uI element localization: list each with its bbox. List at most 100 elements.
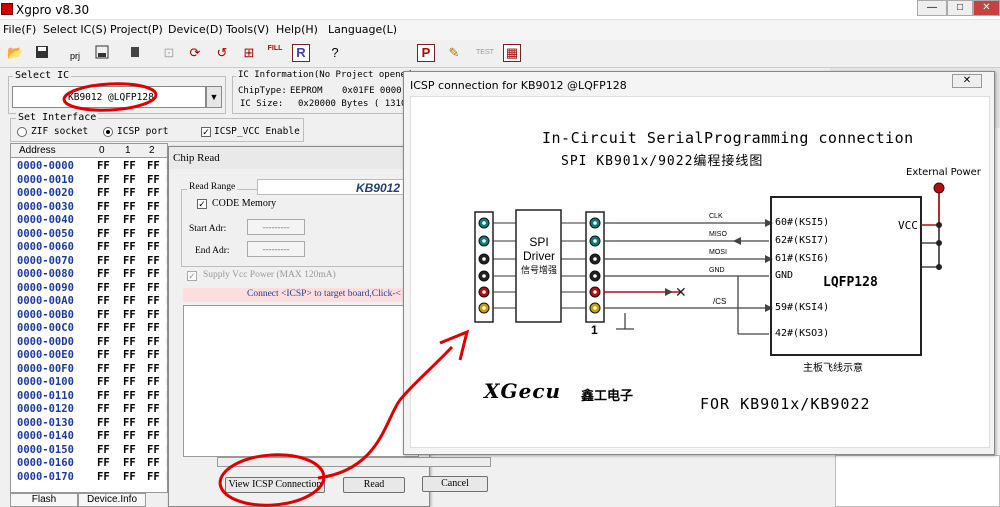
start-adr-input[interactable]: --------- [247,219,305,235]
hex-grid[interactable]: Address 0 1 2 0000-0000FFFFFFFF0000-0010… [10,143,168,493]
hex-cell[interactable]: FF [97,160,110,172]
table-row[interactable]: 0000-00E0FFFFFFFF [11,349,167,363]
hex-cell[interactable]: FF [97,403,110,415]
hex-cell[interactable]: FF [97,228,110,240]
project-icon[interactable]: prj [65,44,85,62]
supply-vcc-checkbox[interactable]: ✓ [187,271,197,281]
hex-cell[interactable]: FF [123,376,136,388]
hex-cell[interactable]: FF [97,390,110,402]
reload-icon[interactable]: R [292,44,310,62]
hex-cell[interactable]: FF [147,336,160,348]
hex-cell[interactable]: FF [147,417,160,429]
tab-flash[interactable]: Flash [10,493,78,507]
hex-cell[interactable]: FF [123,255,136,267]
verify-icon[interactable]: ⟳ [186,44,204,62]
hex-cell[interactable]: FF [97,295,110,307]
table-row[interactable]: 0000-0160FFFFFFFF [11,457,167,471]
hex-cell[interactable]: FF [97,241,110,253]
hex-cell[interactable]: FF [97,471,110,483]
chip-icon[interactable] [126,44,144,62]
hex-cell[interactable]: FF [123,214,136,226]
hex-cell[interactable]: FF [147,241,160,253]
icsp-close-button[interactable]: ✕ [952,74,982,88]
program-icon[interactable]: P [417,44,435,62]
table-row[interactable]: 0000-00A0FFFFFFFF [11,295,167,309]
hex-cell[interactable]: FF [97,444,110,456]
hex-cell[interactable]: FF [147,295,160,307]
hex-cell[interactable]: FF [97,268,110,280]
hex-cell[interactable]: FF [97,336,110,348]
hex-cell[interactable]: FF [123,390,136,402]
hex-cell[interactable]: FF [123,201,136,213]
edit-icon[interactable]: ✎ [445,44,463,62]
menu-device[interactable]: Device(D) [168,23,223,36]
hex-cell[interactable]: FF [123,309,136,321]
chevron-down-icon[interactable]: ▼ [206,86,222,108]
menu-language[interactable]: Language(L) [328,23,397,36]
hex-cell[interactable]: FF [147,268,160,280]
table-row[interactable]: 0000-0090FFFFFFFF [11,282,167,296]
hex-cell[interactable]: FF [147,390,160,402]
hex-cell[interactable]: FF [123,457,136,469]
hex-cell[interactable]: FF [147,228,160,240]
hex-cell[interactable]: FF [97,430,110,442]
hex-cell[interactable]: FF [147,403,160,415]
hex-cell[interactable]: FF [147,255,160,267]
end-adr-input[interactable]: --------- [247,241,305,257]
hex-cell[interactable]: FF [97,417,110,429]
maximize-button[interactable]: □ [947,0,973,16]
hex-cell[interactable]: FF [97,187,110,199]
table-row[interactable]: 0000-0060FFFFFFFF [11,241,167,255]
table-row[interactable]: 0000-0010FFFFFFFF [11,174,167,188]
read-button[interactable]: Read [343,477,405,493]
hex-cell[interactable]: FF [123,336,136,348]
icsp-radio[interactable] [103,127,113,137]
icsp-vcc-checkbox[interactable]: ✓ [201,127,211,137]
hex-cell[interactable]: FF [97,376,110,388]
hex-cell[interactable]: FF [147,430,160,442]
menu-help[interactable]: Help(H) [276,23,318,36]
table-row[interactable]: 0000-00D0FFFFFFFF [11,336,167,350]
hex-cell[interactable]: FF [147,457,160,469]
erase-icon[interactable]: ⊞ [240,44,258,62]
hex-cell[interactable]: FF [123,228,136,240]
blank-check-icon[interactable]: ↺ [213,44,231,62]
table-row[interactable]: 0000-0110FFFFFFFF [11,390,167,404]
minimize-button[interactable]: — [917,0,947,16]
hex-cell[interactable]: FF [123,417,136,429]
tab-device-info[interactable]: Device.Info [78,493,146,507]
hex-cell[interactable]: FF [147,174,160,186]
table-row[interactable]: 0000-0130FFFFFFFF [11,417,167,431]
hex-cell[interactable]: FF [123,471,136,483]
table-row[interactable]: 0000-0150FFFFFFFF [11,444,167,458]
cancel-button[interactable]: Cancel [422,476,488,492]
hex-cell[interactable]: FF [147,471,160,483]
hex-cell[interactable]: FF [123,187,136,199]
hex-cell[interactable]: FF [123,282,136,294]
hex-cell[interactable]: FF [123,295,136,307]
table-row[interactable]: 0000-0070FFFFFFFF [11,255,167,269]
hex-cell[interactable]: FF [97,349,110,361]
hex-cell[interactable]: FF [123,322,136,334]
code-memory-checkbox[interactable]: ✓ [197,199,207,209]
hex-cell[interactable]: FF [123,174,136,186]
hex-cell[interactable]: FF [97,201,110,213]
table-row[interactable]: 0000-0040FFFFFFFF [11,214,167,228]
hex-cell[interactable]: FF [147,376,160,388]
hex-cell[interactable]: FF [123,444,136,456]
device-icon[interactable]: ▦ [503,44,521,62]
table-row[interactable]: 0000-0080FFFFFFFF [11,268,167,282]
save-project-icon[interactable] [93,44,111,62]
hex-cell[interactable]: FF [97,174,110,186]
hex-cell[interactable]: FF [147,322,160,334]
ic-select-field[interactable]: KB9012 @LQFP128 [12,86,206,108]
table-row[interactable]: 0000-00F0FFFFFFFF [11,363,167,377]
hex-cell[interactable]: FF [97,363,110,375]
table-row[interactable]: 0000-0170FFFFFFFF [11,471,167,485]
menu-tools[interactable]: Tools(V) [226,23,269,36]
menu-project[interactable]: Project(P) [110,23,163,36]
hex-cell[interactable]: FF [123,403,136,415]
table-row[interactable]: 0000-00B0FFFFFFFF [11,309,167,323]
menu-file[interactable]: File(F) [3,23,36,36]
hex-cell[interactable]: FF [147,214,160,226]
